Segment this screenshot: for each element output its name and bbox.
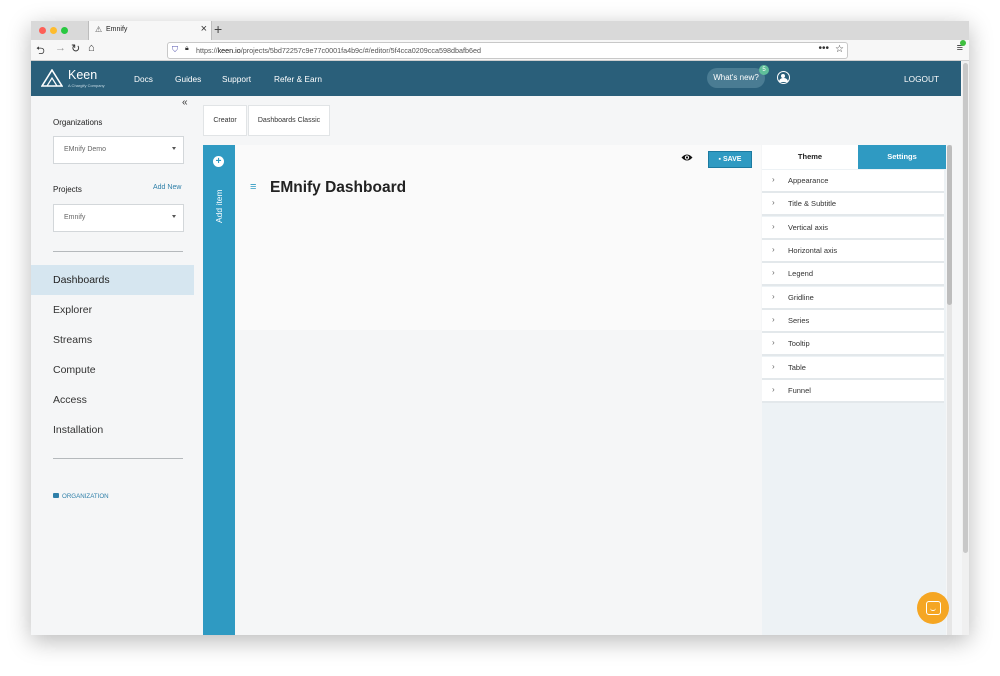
logout-button[interactable]: LOGOUT — [904, 74, 939, 84]
drag-handle-icon[interactable]: ≡ — [250, 181, 256, 193]
panel-item-funnel[interactable]: › Funnel — [762, 380, 944, 403]
user-icon[interactable] — [777, 71, 790, 84]
whats-new-badge: 5 — [759, 65, 769, 75]
close-tab-icon[interactable]: × — [201, 23, 207, 35]
logo-name[interactable]: Keen — [68, 68, 97, 82]
panel-item-horizontal-axis[interactable]: › Horizontal axis — [762, 240, 944, 263]
browser-tab-bar: ⚠ Emnify × + — [31, 21, 969, 41]
shield-icon[interactable]: ⛉ — [172, 45, 178, 55]
project-select[interactable]: Emnify — [53, 204, 184, 232]
chevron-right-icon: › — [772, 292, 775, 301]
briefcase-icon — [53, 493, 59, 498]
sidebar-item-dashboards[interactable]: Dashboards — [31, 265, 194, 295]
organization-link[interactable]: ORGANIZATION — [53, 493, 109, 500]
chevron-down-icon — [172, 215, 176, 218]
chevron-right-icon: › — [772, 245, 775, 254]
divider — [53, 251, 183, 252]
update-indicator-icon — [960, 40, 966, 46]
add-item-label[interactable]: Add item — [214, 189, 224, 223]
panel-item-tooltip[interactable]: › Tooltip — [762, 333, 944, 356]
divider — [53, 458, 183, 459]
organizations-label: Organizations — [53, 118, 103, 127]
chevron-down-icon — [172, 147, 176, 150]
chat-launcher-button[interactable] — [917, 592, 949, 624]
minimize-window-button[interactable] — [50, 27, 57, 34]
page-actions-icon[interactable]: ••• — [818, 43, 829, 54]
chevron-right-icon: › — [772, 315, 775, 324]
settings-panel: Theme Settings › Appearance › Title & Subt… — [762, 145, 946, 635]
chevron-right-icon: › — [772, 222, 775, 231]
save-button[interactable]: ▪ SAVE — [708, 151, 752, 168]
add-item-bar[interactable]: + Add item — [203, 145, 235, 635]
app-header: Keen A Chargify Company Docs Guides Supp… — [31, 61, 961, 96]
url-bar[interactable]: ⛉ 🔒︎ https://keen.io/projects/5bd72257c9… — [167, 42, 848, 59]
maximize-window-button[interactable] — [61, 27, 68, 34]
keen-logo-icon[interactable] — [41, 69, 63, 87]
sidebar-item-installation[interactable]: Installation — [31, 415, 194, 445]
url-text: https://keen.io/projects/5bd72257c9e77c0… — [196, 46, 481, 55]
chevron-right-icon: › — [772, 175, 775, 184]
panel-item-legend[interactable]: › Legend — [762, 263, 944, 286]
panel-item-series[interactable]: › Series — [762, 310, 944, 333]
chevron-right-icon: › — [772, 362, 775, 371]
collapse-sidebar-icon[interactable]: « — [182, 97, 188, 108]
nav-docs[interactable]: Docs — [134, 74, 153, 84]
page-scrollbar-thumb[interactable] — [963, 63, 968, 553]
chevron-right-icon: › — [772, 268, 775, 277]
dashboard-title[interactable]: EMnify Dashboard — [270, 179, 406, 197]
sidebar-item-access[interactable]: Access — [31, 385, 194, 415]
bookmark-star-icon[interactable]: ☆ — [835, 44, 844, 55]
logo-subtitle: A Chargify Company — [68, 83, 105, 88]
browser-toolbar: ⮌ → ↻ ⌂ ⛉ 🔒︎ https://keen.io/projects/5b… — [31, 40, 969, 61]
projects-label: Projects — [53, 185, 82, 194]
chevron-right-icon: › — [772, 338, 775, 347]
dashboard-canvas: ▪ SAVE ≡ EMnify Dashboard — [235, 145, 761, 635]
sidebar: « Organizations EMnify Demo Projects Add… — [31, 96, 194, 635]
chevron-right-icon: › — [772, 198, 775, 207]
close-window-button[interactable] — [39, 27, 46, 34]
browser-tab[interactable]: ⚠ Emnify × — [88, 21, 212, 40]
forward-icon[interactable]: → — [55, 42, 66, 54]
reload-icon[interactable]: ↻ — [71, 42, 80, 55]
nav-guides[interactable]: Guides — [175, 74, 201, 84]
sidebar-item-explorer[interactable]: Explorer — [31, 295, 194, 325]
sidebar-item-compute[interactable]: Compute — [31, 355, 194, 385]
home-icon[interactable]: ⌂ — [88, 42, 95, 54]
plus-circle-icon[interactable]: + — [213, 156, 224, 167]
organization-select[interactable]: EMnify Demo — [53, 136, 184, 164]
nav-support[interactable]: Support — [222, 74, 251, 84]
panel-item-vertical-axis[interactable]: › Vertical axis — [762, 217, 944, 240]
panel-item-table[interactable]: › Table — [762, 357, 944, 380]
panel-scrollbar-thumb[interactable] — [947, 145, 952, 305]
chevron-right-icon: › — [772, 385, 775, 394]
panel-item-gridline[interactable]: › Gridline — [762, 287, 944, 310]
panel-item-title-subtitle[interactable]: › Title & Subtitle — [762, 193, 944, 216]
eye-icon[interactable] — [681, 153, 693, 162]
whats-new-button[interactable]: What's new? — [707, 68, 765, 88]
panel-item-appearance[interactable]: › Appearance — [762, 170, 944, 193]
keen-favicon-icon: ⚠ — [95, 25, 103, 34]
tab-dashboards-classic[interactable]: Dashboards Classic — [248, 105, 330, 136]
nav-refer-earn[interactable]: Refer & Earn — [274, 74, 322, 84]
browser-tab-title: Emnify — [106, 26, 128, 33]
dashboard-header-area: ▪ SAVE ≡ EMnify Dashboard — [235, 145, 761, 330]
tab-theme[interactable]: Theme — [762, 145, 858, 169]
tab-creator[interactable]: Creator — [203, 105, 247, 136]
back-icon[interactable]: ⮌ — [36, 42, 45, 61]
new-tab-icon[interactable]: + — [214, 21, 222, 37]
sidebar-item-streams[interactable]: Streams — [31, 325, 194, 355]
tab-settings[interactable]: Settings — [858, 145, 946, 169]
add-new-project-link[interactable]: Add New — [153, 184, 181, 191]
browser-window: ⚠ Emnify × + ⮌ → ↻ ⌂ ⛉ 🔒︎ https://keen.i… — [31, 21, 969, 635]
lock-icon[interactable]: 🔒︎ — [185, 45, 189, 53]
